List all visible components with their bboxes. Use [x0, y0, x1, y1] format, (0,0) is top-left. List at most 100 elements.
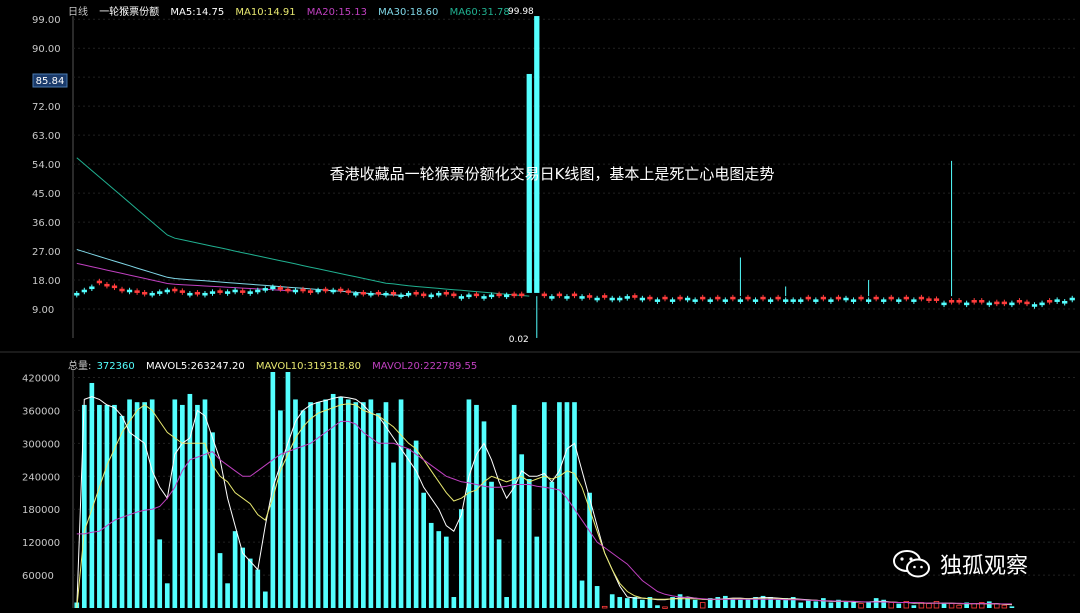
- price-y-tick: 63.00: [32, 131, 61, 142]
- volume-bar: [338, 396, 344, 608]
- volume-bar: [308, 402, 313, 608]
- candle: [828, 299, 834, 302]
- price-y-tick: 27.00: [32, 247, 61, 258]
- volume-bar: [1001, 604, 1008, 609]
- volume-bar: [722, 595, 728, 608]
- volume-bar: [406, 448, 411, 608]
- candle: [1054, 299, 1060, 302]
- ma20-line: [76, 262, 296, 292]
- price-y-tick: 99.00: [32, 15, 61, 26]
- candle: [541, 293, 547, 297]
- candle: [398, 294, 404, 298]
- volume-y-tick: 240000: [22, 472, 60, 483]
- candle: [330, 289, 336, 293]
- candle: [722, 299, 728, 302]
- candle: [172, 288, 178, 292]
- price-y-tick: 18.00: [32, 276, 61, 287]
- volume-bar: [933, 601, 940, 609]
- wechat-icon: [893, 550, 930, 578]
- candle: [911, 299, 917, 302]
- candle: [979, 300, 985, 303]
- candle: [715, 296, 721, 300]
- candle: [654, 299, 661, 302]
- current-price-tag: 85.84: [36, 76, 65, 87]
- volume-bar: [195, 404, 200, 608]
- volume-bar: [557, 402, 562, 608]
- candle: [202, 292, 208, 296]
- volume-bar: [851, 602, 856, 608]
- candle: [360, 291, 366, 295]
- candle: [662, 296, 668, 300]
- candle: [700, 296, 706, 300]
- candle: [896, 299, 902, 302]
- volume-y-tick: 180000: [22, 505, 60, 516]
- candle: [941, 302, 947, 306]
- price-y-tick: 9.00: [32, 305, 54, 316]
- candle: [526, 73, 532, 293]
- candle: [556, 293, 563, 297]
- candle: [1069, 297, 1075, 301]
- candle: [345, 290, 351, 293]
- candle: [1009, 302, 1015, 306]
- volume-bar: [300, 410, 306, 608]
- candle: [843, 297, 849, 301]
- volume-bar: [149, 399, 155, 608]
- volume-bar: [466, 399, 472, 608]
- volume-bar: [240, 547, 246, 608]
- candle: [217, 290, 223, 293]
- watermark-text: 独孤观察: [940, 554, 1029, 579]
- candle: [918, 296, 925, 300]
- candle: [994, 301, 1000, 305]
- candle: [240, 290, 246, 293]
- peak-price-label: 99.98: [508, 7, 534, 17]
- volume-bar: [210, 432, 215, 608]
- volume-bar: [391, 462, 396, 608]
- candle: [451, 293, 457, 297]
- volume-bar: [262, 591, 268, 608]
- stock-chart-app: 日线 一轮猴票份额 MA5:14.75 MA10:14.91 MA20:15.1…: [0, 0, 1080, 613]
- candle: [488, 294, 495, 298]
- volume-bar: [217, 553, 223, 608]
- volume-y-tick: 120000: [22, 538, 60, 549]
- candle: [458, 296, 465, 299]
- candle: [858, 296, 864, 300]
- volume-bar: [911, 605, 917, 608]
- volume-bar: [873, 598, 879, 608]
- candle: [933, 298, 940, 301]
- volume-bar: [285, 372, 291, 608]
- candle: [142, 291, 148, 295]
- volume-bar: [541, 402, 547, 608]
- volume-bar: [858, 603, 864, 609]
- volume-bar: [232, 531, 238, 608]
- volume-bar: [164, 583, 170, 608]
- candle: [285, 288, 291, 292]
- candle: [247, 291, 253, 294]
- volume-bar: [112, 404, 117, 608]
- volume-bar: [821, 598, 826, 608]
- candle: [466, 294, 472, 298]
- volume-bar: [699, 602, 706, 609]
- price-y-tick: 72.00: [32, 102, 61, 113]
- candle: [224, 291, 231, 294]
- candle: [74, 292, 80, 296]
- candle: [881, 299, 887, 302]
- candle: [737, 299, 744, 302]
- candle: [481, 296, 487, 299]
- candle: [752, 299, 759, 302]
- candle: [632, 295, 638, 298]
- candle: [971, 300, 977, 303]
- candle: [209, 291, 216, 294]
- volume-bar: [413, 440, 419, 608]
- volume-bar: [662, 606, 668, 609]
- volume-bar: [428, 522, 434, 608]
- candle: [232, 289, 238, 293]
- price-y-tick: 45.00: [32, 189, 61, 200]
- candle: [1024, 301, 1030, 305]
- volume-bar: [89, 382, 95, 608]
- candle: [511, 293, 517, 297]
- candle: [473, 293, 480, 297]
- volume-bar: [172, 399, 178, 608]
- volume-bar: [813, 601, 819, 608]
- candle: [564, 296, 570, 299]
- candle: [134, 290, 140, 293]
